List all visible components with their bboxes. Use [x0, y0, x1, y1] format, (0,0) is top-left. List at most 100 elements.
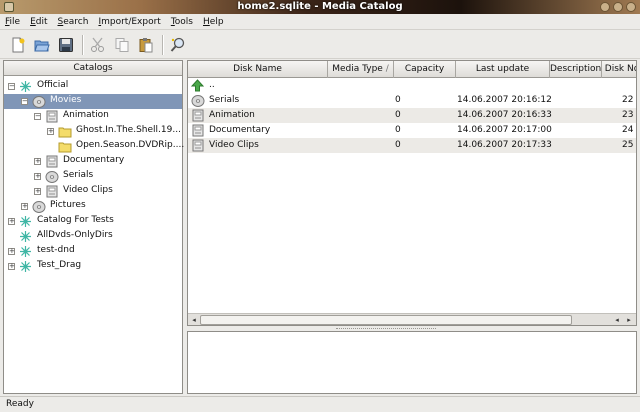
maximize-icon[interactable] — [613, 2, 623, 12]
cell-capacity: 0 — [395, 125, 401, 135]
cell-disk-no: 25 — [622, 140, 634, 150]
tree-item[interactable]: + Test_Drag — [4, 259, 182, 274]
folder-icon — [58, 125, 72, 138]
expand-icon[interactable]: + — [34, 173, 41, 180]
cell-disk-name: Video Clips — [209, 140, 259, 150]
tree-item[interactable]: − Official — [4, 79, 182, 94]
menu-import-export[interactable]: Import/Export — [98, 14, 160, 30]
scroll-right-icon[interactable]: ▸ — [624, 315, 634, 325]
expand-icon[interactable]: + — [34, 188, 41, 195]
tree-item[interactable]: + test-dnd — [4, 244, 182, 259]
copy-icon[interactable] — [112, 35, 132, 55]
collapse-icon[interactable]: − — [34, 113, 41, 120]
column-disk-name[interactable]: Disk Name — [188, 61, 328, 78]
sort-indicator-icon: / — [385, 64, 389, 74]
column-media-type[interactable]: Media Type / — [328, 61, 394, 78]
column-description[interactable]: Description — [550, 61, 602, 78]
disk-list-panel: Disk Name Media Type / Capacity Last upd… — [187, 60, 637, 326]
catalog-icon — [19, 215, 33, 228]
menu-help[interactable]: Help — [203, 14, 224, 30]
toolbar-separator — [162, 34, 164, 55]
expand-icon[interactable]: + — [34, 158, 41, 165]
menu-search[interactable]: Search — [58, 14, 89, 30]
cell-disk-no: 23 — [622, 110, 634, 120]
expand-icon[interactable]: + — [8, 263, 15, 270]
catalog-icon — [19, 230, 33, 243]
tree-item[interactable]: + Ghost.In.The.Shell.19... — [4, 124, 182, 139]
cd-icon — [45, 170, 59, 183]
save-disk-icon[interactable] — [56, 35, 76, 55]
tree-item[interactable]: Open.Season.DVDRip.... — [4, 139, 184, 154]
catalogs-header[interactable]: Catalogs — [4, 61, 182, 76]
tree-item[interactable]: − Movies — [4, 94, 182, 109]
table-row[interactable]: Video Clips 0 14.06.2007 20:17:33 25 — [188, 138, 636, 153]
menu-file[interactable]: File — [5, 14, 20, 30]
tree-item[interactable]: + Documentary — [4, 154, 182, 169]
table-row-parent[interactable]: .. — [188, 78, 636, 93]
cd-icon — [32, 200, 46, 213]
menu-bar: File Edit Search Import/Export Tools Help — [0, 14, 640, 30]
tree-item[interactable]: + Serials — [4, 169, 182, 184]
paste-icon[interactable] — [136, 35, 156, 55]
column-media-type-label: Media Type — [332, 64, 383, 74]
menu-tools[interactable]: Tools — [171, 14, 193, 30]
cell-capacity: 0 — [395, 95, 401, 105]
expand-icon[interactable]: + — [21, 203, 28, 210]
horizontal-scrollbar[interactable]: ◂ ◂ ▸ — [188, 313, 636, 325]
tree-item-label: Catalog For Tests — [37, 215, 114, 225]
catalog-icon — [19, 80, 33, 93]
tree-item-label: Video Clips — [63, 185, 113, 195]
folder-disk-icon — [191, 139, 205, 158]
title-bar: home2.sqlite - Media Catalog — [0, 0, 640, 14]
tree-item[interactable]: + Video Clips — [4, 184, 182, 199]
details-panel — [187, 331, 637, 394]
expand-icon[interactable]: + — [8, 248, 15, 255]
minimize-icon[interactable] — [600, 2, 610, 12]
tree-item-label: Test_Drag — [37, 260, 82, 270]
tree-item-label: AllDvds-OnlyDirs — [37, 230, 113, 240]
new-document-icon[interactable] — [8, 35, 28, 55]
cell-disk-name: Animation — [209, 110, 255, 120]
column-disk-no[interactable]: Disk No — [602, 61, 636, 78]
tree-item-label: Serials — [63, 170, 94, 180]
tree-item-label: test-dnd — [37, 245, 75, 255]
column-capacity[interactable]: Capacity — [394, 61, 456, 78]
table-row[interactable]: Animation 0 14.06.2007 20:16:33 23 — [188, 108, 636, 123]
tree-item-label: Documentary — [63, 155, 125, 165]
column-last-update[interactable]: Last update — [456, 61, 550, 78]
catalog-icon — [19, 245, 33, 258]
collapse-icon[interactable]: − — [8, 83, 15, 90]
folder-disk-icon — [45, 110, 59, 123]
cell-capacity: 0 — [395, 110, 401, 120]
cell-last-update: 14.06.2007 20:16:12 — [457, 95, 552, 105]
cell-disk-name: Documentary — [209, 125, 271, 135]
status-text: Ready — [6, 399, 34, 409]
cell-last-update: 14.06.2007 20:16:33 — [457, 110, 552, 120]
expand-icon[interactable]: + — [47, 128, 54, 135]
scroll-left-icon[interactable]: ◂ — [189, 315, 199, 325]
scrollbar-thumb[interactable] — [200, 315, 572, 325]
collapse-icon[interactable]: − — [21, 98, 28, 105]
scroll-left-icon[interactable]: ◂ — [612, 315, 622, 325]
cut-scissors-icon[interactable] — [88, 35, 108, 55]
expand-icon[interactable]: + — [8, 218, 15, 225]
catalogs-panel: Catalogs − Official − Movies − Animation + Ghos… — [3, 60, 184, 394]
status-bar: Ready — [0, 396, 640, 412]
parent-dir-label: .. — [209, 80, 215, 90]
cell-disk-no: 24 — [622, 125, 634, 135]
tree-item[interactable]: AllDvds-OnlyDirs — [4, 229, 182, 244]
close-icon[interactable] — [626, 2, 636, 12]
tree-item[interactable]: − Animation — [4, 109, 182, 124]
cell-disk-no: 22 — [622, 95, 634, 105]
folder-icon — [58, 140, 72, 153]
table-row[interactable]: Serials 0 14.06.2007 20:16:12 22 — [188, 93, 636, 108]
menu-edit[interactable]: Edit — [30, 14, 47, 30]
catalog-icon — [19, 260, 33, 273]
table-row[interactable]: Documentary 0 14.06.2007 20:17:00 24 — [188, 123, 636, 138]
open-folder-icon[interactable] — [32, 35, 52, 55]
splitter-handle[interactable] — [336, 328, 436, 330]
tree-item[interactable]: + Catalog For Tests — [4, 214, 182, 229]
search-magnifier-icon[interactable] — [168, 35, 188, 55]
column-headers: Disk Name Media Type / Capacity Last upd… — [188, 61, 636, 78]
tree-item[interactable]: + Pictures — [4, 199, 182, 214]
